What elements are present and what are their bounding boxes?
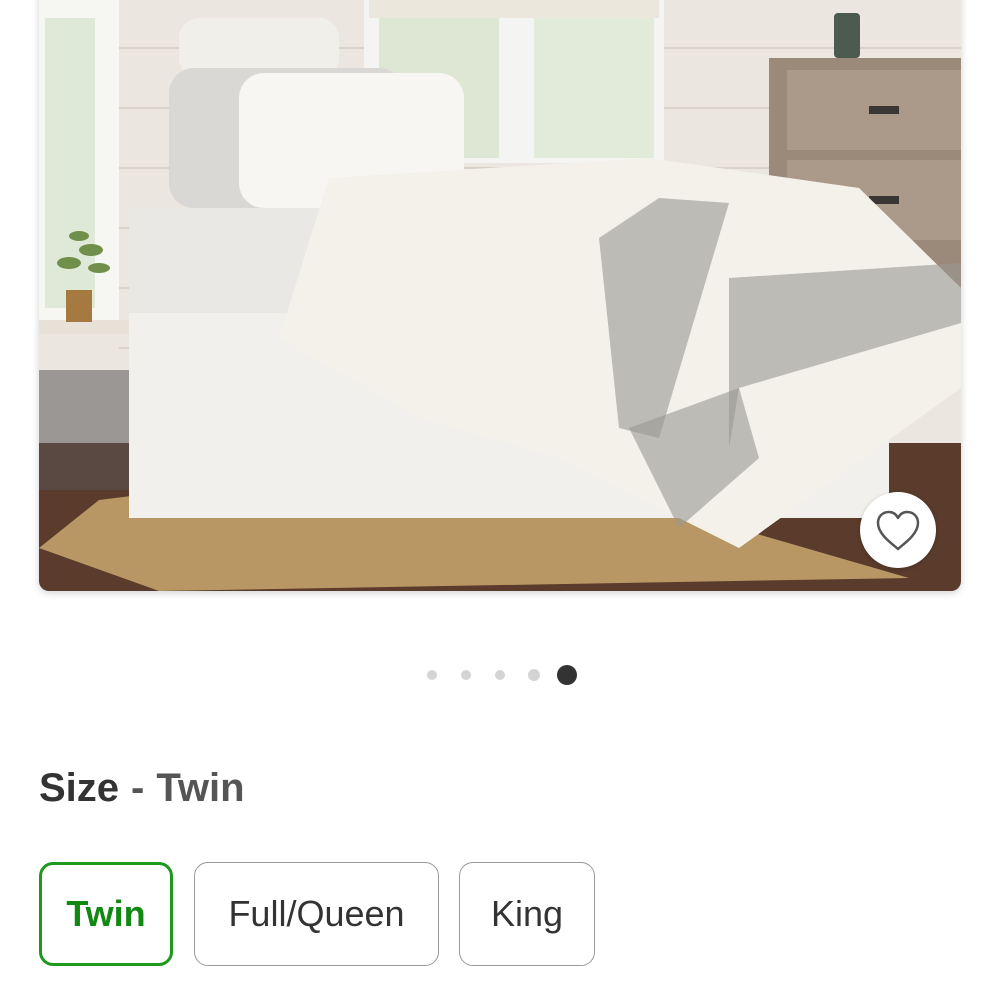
- carousel-pagination: [0, 664, 1000, 686]
- size-label: Size: [39, 766, 120, 810]
- size-separator: -: [131, 766, 145, 810]
- product-image[interactable]: [39, 0, 961, 591]
- carousel-dot-1[interactable]: [427, 670, 437, 680]
- size-heading: Size - Twin: [39, 766, 245, 811]
- heart-outline-icon: [876, 510, 920, 551]
- favorite-button[interactable]: [860, 492, 936, 568]
- size-option-twin[interactable]: Twin: [39, 862, 173, 966]
- size-option-label: Full/Queen: [228, 893, 405, 934]
- size-option-king[interactable]: King: [459, 862, 595, 966]
- carousel-dot-5[interactable]: [557, 665, 577, 685]
- size-selected-value: Twin: [156, 766, 245, 810]
- carousel-dot-3[interactable]: [495, 670, 505, 680]
- size-option-label: Twin: [66, 893, 146, 934]
- size-option-label: King: [490, 893, 564, 934]
- carousel-dot-2[interactable]: [461, 670, 471, 680]
- carousel-dot-4[interactable]: [528, 669, 540, 681]
- size-option-full-queen[interactable]: Full/Queen: [194, 862, 439, 966]
- bedroom-photo: [39, 0, 961, 591]
